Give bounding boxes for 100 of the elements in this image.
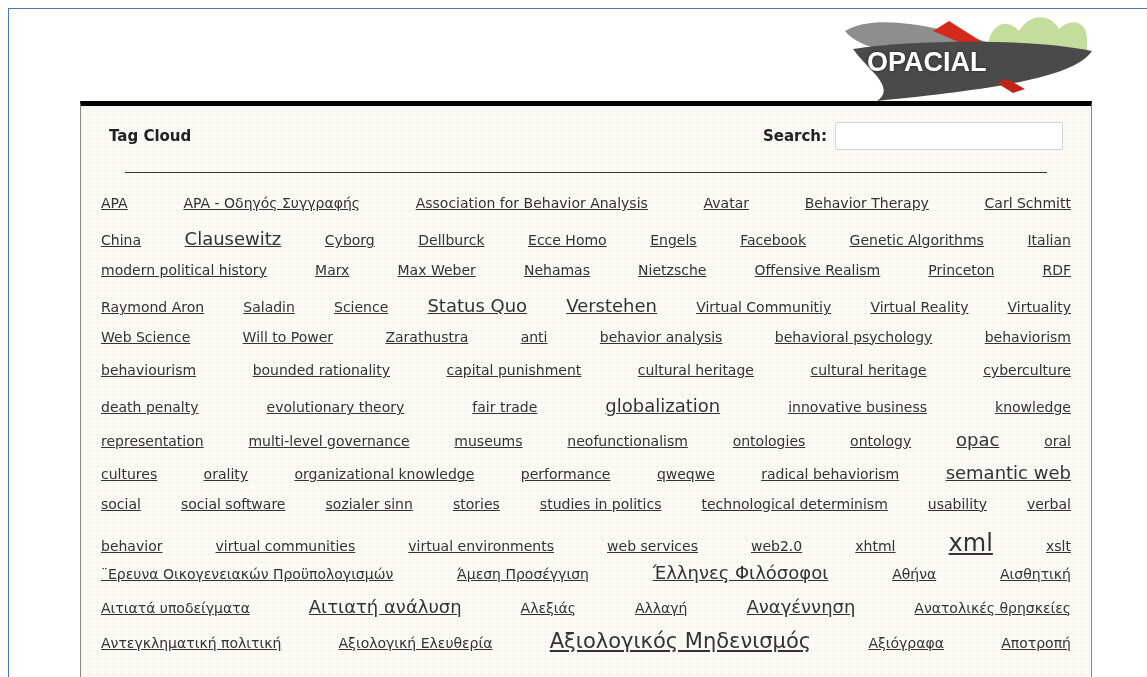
- tag-link[interactable]: Dellburck: [418, 232, 485, 250]
- tag-link[interactable]: Αλλαγή: [634, 599, 688, 617]
- tag-link[interactable]: behaviourism: [101, 361, 197, 379]
- tag-link[interactable]: Αισθητική: [1000, 566, 1071, 584]
- tag-link[interactable]: Carl Schmitt: [984, 195, 1071, 212]
- tag-link[interactable]: cultural heritage: [810, 361, 927, 379]
- search-field[interactable]: [835, 122, 1063, 150]
- tag-link[interactable]: cyberculture: [983, 361, 1071, 379]
- tag-link[interactable]: orality: [203, 466, 249, 483]
- tag-link[interactable]: Verstehen: [566, 295, 657, 317]
- tag-link[interactable]: Will to Power: [242, 328, 334, 346]
- tag-link[interactable]: social software: [180, 495, 286, 513]
- tag-link[interactable]: Engels: [650, 232, 697, 250]
- tag-link[interactable]: behaviorism: [984, 328, 1071, 346]
- tag-link[interactable]: web services: [607, 537, 698, 555]
- tag-link[interactable]: verbal: [1026, 495, 1071, 513]
- tag-link[interactable]: virtual communities: [215, 537, 356, 555]
- tag-link[interactable]: Science: [334, 299, 389, 316]
- tag-link[interactable]: APA: [101, 195, 128, 212]
- tag-link[interactable]: neofunctionalism: [567, 432, 688, 450]
- tag-link[interactable]: semantic web: [945, 462, 1071, 484]
- tag-link[interactable]: Marx: [315, 261, 350, 279]
- tag-link[interactable]: anti: [520, 328, 548, 346]
- tag-link[interactable]: Avatar: [703, 195, 749, 212]
- tag-link[interactable]: Status Quo: [427, 295, 528, 317]
- tag-link[interactable]: Italian: [1027, 232, 1071, 250]
- tag-link[interactable]: museums: [454, 432, 523, 450]
- tag-link[interactable]: modern political history: [101, 261, 267, 279]
- tag-link[interactable]: multi-level governance: [248, 432, 410, 450]
- tag-link[interactable]: xslt: [1045, 537, 1071, 555]
- tag-link[interactable]: Nietzsche: [638, 261, 707, 279]
- tag-link[interactable]: behavioral psychology: [774, 328, 933, 346]
- tag-link[interactable]: capital punishment: [446, 361, 582, 379]
- tag-link[interactable]: cultural heritage: [637, 361, 754, 379]
- tag-link[interactable]: innovative business: [788, 399, 927, 417]
- tag-link[interactable]: ontologies: [732, 432, 806, 450]
- tag-link[interactable]: Clausewitz: [184, 228, 282, 250]
- tag-link[interactable]: stories: [452, 495, 500, 513]
- tag-link[interactable]: studies in politics: [539, 495, 662, 513]
- tag-link[interactable]: Behavior Therapy: [804, 195, 929, 212]
- tag-link[interactable]: bounded rationality: [252, 361, 390, 379]
- tag-link[interactable]: Zarathustra: [385, 328, 469, 346]
- tag-link[interactable]: Facebook: [740, 232, 806, 250]
- tag-link[interactable]: usability: [927, 495, 987, 513]
- tag-link[interactable]: social: [101, 495, 141, 513]
- tag-link[interactable]: virtual environments: [408, 537, 554, 555]
- tag-link[interactable]: evolutionary theory: [266, 399, 405, 417]
- tag-link[interactable]: xml: [948, 528, 993, 558]
- tag-link[interactable]: Nehamas: [523, 261, 590, 279]
- tag-link[interactable]: opac: [956, 428, 1000, 451]
- tag-link[interactable]: ontology: [850, 432, 912, 450]
- tag-link[interactable]: Max Weber: [397, 261, 476, 279]
- tag-link[interactable]: qweqwe: [656, 466, 715, 483]
- tag-link[interactable]: radical behaviorism: [761, 466, 900, 483]
- tag-link[interactable]: performance: [520, 466, 611, 483]
- tag-link[interactable]: oral: [1044, 432, 1071, 450]
- tag-link[interactable]: Association for Behavior Analysis: [415, 195, 648, 212]
- tag-link[interactable]: technological determinism: [701, 495, 888, 513]
- panel-title: Tag Cloud: [109, 127, 193, 145]
- tag-link[interactable]: Offensive Realism: [754, 261, 881, 279]
- tag-link[interactable]: Virtual Reality: [870, 299, 969, 316]
- tag-link[interactable]: China: [101, 232, 141, 250]
- tag-link[interactable]: Ανατολικές θρησκείες: [914, 599, 1071, 617]
- tag-link[interactable]: Αιτιατά υποδείγματα: [101, 599, 250, 617]
- tag-link[interactable]: Αξιολογικός Μηδενισμός: [549, 629, 812, 655]
- tag-link[interactable]: Saladin: [243, 299, 295, 316]
- tag-link[interactable]: Virtual Communitiy: [696, 299, 832, 316]
- tag-link[interactable]: Αναγέννηση: [746, 595, 856, 618]
- tag-link[interactable]: representation: [101, 432, 204, 450]
- tag-link[interactable]: Web Science: [101, 328, 191, 346]
- search-label: Search:: [762, 127, 827, 145]
- tag-link[interactable]: Raymond Aron: [101, 299, 205, 316]
- tag-link[interactable]: organizational knowledge: [294, 466, 475, 483]
- tag-link[interactable]: fair trade: [472, 399, 538, 417]
- tag-link[interactable]: Αιτιατή ανάλυση: [308, 595, 462, 618]
- tag-link[interactable]: Αθήνα: [892, 566, 937, 584]
- tag-link[interactable]: cultures: [101, 466, 158, 483]
- tag-link[interactable]: Αντεγκληματική πολιτική: [101, 635, 282, 652]
- tag-link[interactable]: RDF: [1042, 261, 1071, 279]
- tag-link[interactable]: Genetic Algorithms: [849, 232, 984, 250]
- tag-link[interactable]: Αξιολογική Ελευθερία: [338, 635, 493, 652]
- tag-link[interactable]: sozialer sinn: [325, 495, 413, 513]
- tag-link[interactable]: Έλληνες Φιλόσοφοι: [652, 562, 829, 584]
- tag-link[interactable]: Αποτροπή: [1001, 635, 1071, 652]
- tag-link[interactable]: web2.0: [751, 537, 803, 555]
- tag-link[interactable]: APA - Οδηγός Συγγραφής: [183, 195, 360, 212]
- tag-link[interactable]: ¨Ερευνα Οικογενειακών Προϋπολογισμών: [101, 566, 394, 584]
- tag-link[interactable]: Αξιόγραφα: [868, 635, 944, 652]
- tag-link[interactable]: Cyborg: [324, 232, 375, 250]
- tag-link[interactable]: Princeton: [928, 261, 995, 279]
- tag-link[interactable]: Virtuality: [1007, 299, 1071, 316]
- tag-link[interactable]: Αλεξιάς: [520, 599, 576, 617]
- tag-link[interactable]: xhtml: [855, 537, 896, 555]
- tag-link[interactable]: Άμεση Προσέγγιση: [457, 566, 589, 584]
- tag-link[interactable]: behavior analysis: [599, 328, 723, 346]
- tag-link[interactable]: Ecce Homo: [528, 232, 607, 250]
- tag-link[interactable]: globalization: [605, 395, 721, 417]
- tag-link[interactable]: behavior: [101, 537, 163, 555]
- tag-link[interactable]: knowledge: [995, 399, 1071, 417]
- tag-link[interactable]: death penalty: [101, 399, 199, 417]
